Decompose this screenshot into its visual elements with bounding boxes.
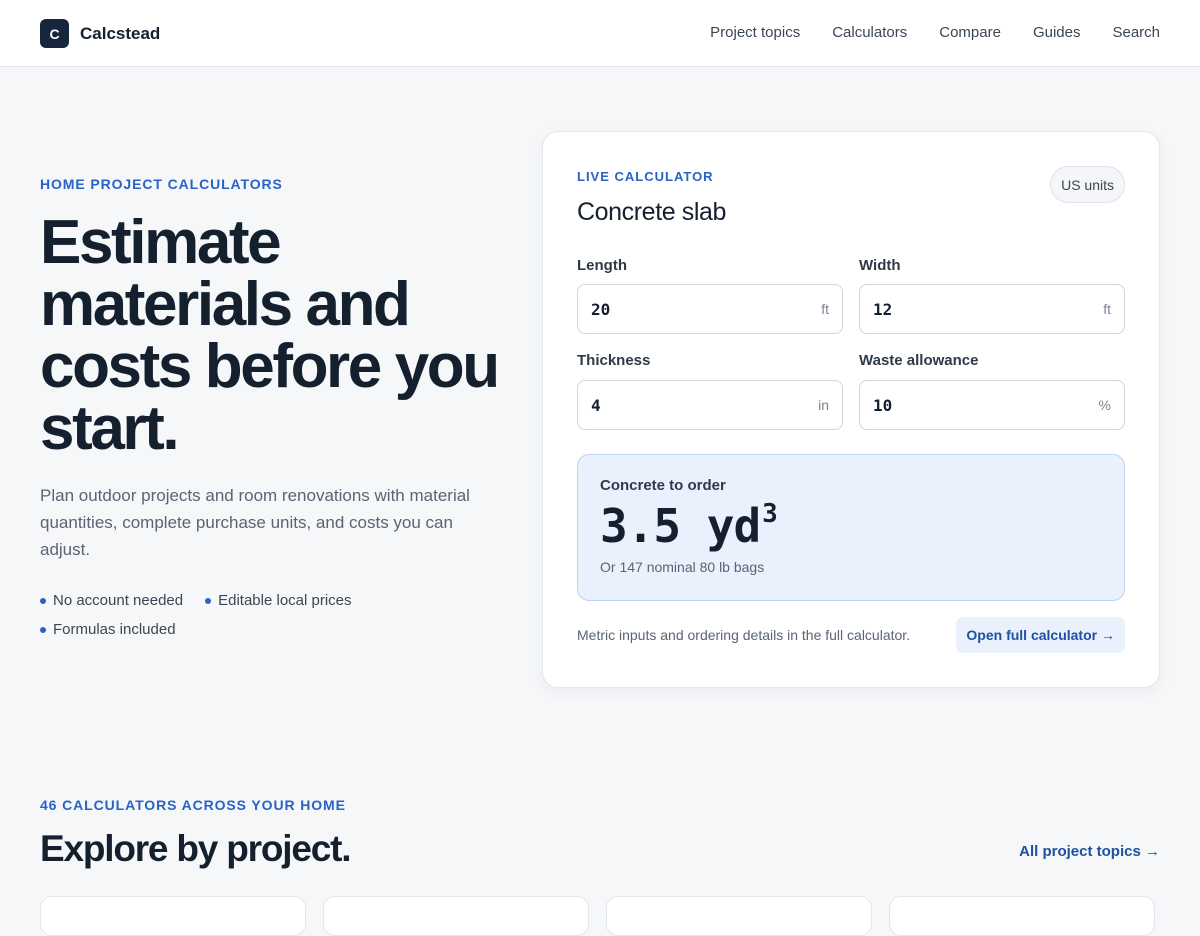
brand-mark-icon: C — [40, 19, 69, 48]
feature-item: Formulas included — [40, 621, 176, 638]
result-panel: Concrete to order 3.5 yd3 Or 147 nominal… — [577, 454, 1125, 601]
hero-eyebrow: HOME PROJECT CALCULATORS — [40, 176, 283, 192]
nav-link-project-topics[interactable]: Project topics — [710, 24, 800, 41]
top-navigation-bar: C Calcstead Project topics Calculators C… — [0, 0, 1200, 67]
result-exponent: 3 — [762, 499, 778, 529]
width-input[interactable]: 12 ft — [859, 284, 1125, 334]
bullet-dot-icon — [40, 597, 46, 604]
brand-name: Calcstead — [80, 23, 161, 43]
nav-link-calculators[interactable]: Calculators — [832, 24, 907, 41]
thickness-unit: in — [818, 397, 829, 413]
all-project-topics-link[interactable]: All project topics → — [1019, 843, 1160, 860]
nav-link-guides[interactable]: Guides — [1033, 24, 1081, 41]
main-nav: Project topics Calculators Compare Guide… — [710, 24, 1160, 41]
hero-description: Plan outdoor projects and room renovatio… — [40, 486, 470, 559]
thickness-input[interactable]: 4 in — [577, 380, 843, 430]
waste-allowance-label: Waste allowance — [859, 352, 979, 369]
width-unit: ft — [1103, 301, 1111, 317]
width-label: Width — [859, 257, 901, 274]
bullet-dot-icon — [40, 626, 46, 633]
hero-title: Estimate materials and costs before you … — [40, 208, 500, 463]
project-topic-card[interactable] — [606, 896, 872, 936]
length-unit: ft — [821, 301, 829, 317]
feature-item: No account needed — [40, 592, 183, 609]
nav-link-search[interactable]: Search — [1112, 24, 1160, 41]
units-toggle-button[interactable]: US units — [1050, 166, 1125, 203]
live-calculator-card: LIVE CALCULATOR Concrete slab US units L… — [542, 131, 1160, 688]
waste-allowance-unit: % — [1098, 397, 1111, 413]
project-topic-card[interactable] — [323, 896, 589, 936]
nav-link-compare[interactable]: Compare — [939, 24, 1001, 41]
brand-logo[interactable]: C Calcstead — [40, 19, 160, 48]
result-subtext: Or 147 nominal 80 lb bags — [600, 559, 765, 575]
result-value: 3.5 yd3 — [600, 499, 778, 553]
calculator-title: Concrete slab — [577, 198, 727, 226]
waste-allowance-input[interactable]: 10 % — [859, 380, 1125, 430]
calculator-note: Metric inputs and ordering details in th… — [577, 627, 911, 643]
feature-list: No account needed Editable local prices … — [40, 592, 480, 650]
calculator-eyebrow: LIVE CALCULATOR — [577, 169, 714, 184]
project-topic-card[interactable] — [889, 896, 1155, 936]
explore-eyebrow: 46 CALCULATORS ACROSS YOUR HOME — [40, 797, 346, 813]
feature-item: Editable local prices — [205, 592, 352, 609]
explore-title: Explore by project. — [40, 828, 351, 869]
bullet-dot-icon — [205, 597, 212, 604]
length-label: Length — [577, 257, 627, 274]
project-topic-card[interactable] — [40, 896, 306, 936]
result-label: Concrete to order — [600, 477, 726, 494]
open-full-calculator-button[interactable]: Open full calculator → — [956, 617, 1125, 653]
length-input[interactable]: 20 ft — [577, 284, 843, 334]
thickness-label: Thickness — [577, 352, 651, 369]
